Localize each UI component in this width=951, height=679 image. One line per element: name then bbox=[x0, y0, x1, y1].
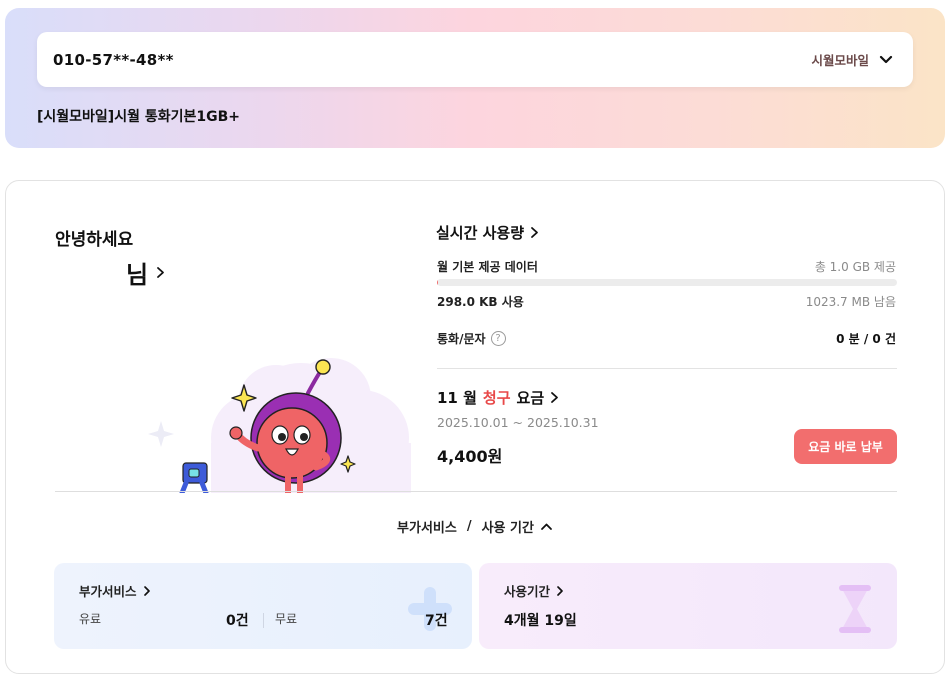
help-icon[interactable]: ? bbox=[490, 331, 506, 346]
free-count: 7건 bbox=[425, 613, 448, 629]
bill-amount: 4,400원 bbox=[437, 447, 503, 466]
addon-services-link[interactable]: 부가서비스 bbox=[79, 581, 151, 600]
chevron-up-icon bbox=[541, 523, 552, 530]
section-divider bbox=[55, 491, 897, 492]
chevron-down-icon bbox=[879, 55, 893, 63]
monthly-bill-link[interactable]: 11 월 청구 요금 bbox=[437, 387, 559, 408]
chevron-right-icon bbox=[551, 392, 559, 403]
realtime-usage-title: 실시간 사용량 bbox=[436, 224, 525, 242]
pay-now-button[interactable]: 요금 바로 납부 bbox=[794, 429, 897, 464]
mascot-illustration bbox=[148, 358, 411, 493]
data-total: 총 1.0 GB 제공 bbox=[814, 260, 896, 274]
addon-title: 부가서비스 bbox=[79, 584, 137, 599]
paid-label: 유료 bbox=[79, 612, 102, 626]
phone-line-selector[interactable]: 010-57**-48** 시월모바일 bbox=[37, 32, 913, 87]
data-usage-bar bbox=[437, 279, 897, 286]
chevron-right-icon bbox=[531, 227, 538, 238]
toggle-addon-label: 부가서비스 bbox=[397, 521, 457, 536]
data-usage-bar-fill bbox=[437, 279, 439, 286]
hourglass-decoration-icon bbox=[839, 585, 871, 633]
voice-sms-value: 0 분 / 0 건 bbox=[836, 332, 896, 346]
voice-sms-label: 통화/문자 bbox=[437, 332, 486, 346]
period-title: 사용기간 bbox=[504, 584, 551, 599]
carrier-wrap: 시월모바일 bbox=[811, 50, 893, 69]
divider bbox=[437, 368, 897, 369]
data-label: 월 기본 제공 데이터 bbox=[437, 260, 538, 274]
my-page-card: 안녕하세요 님 실시간 사용량 월 기본 제공 데이터 총 1.0 GB 제공 … bbox=[5, 180, 945, 674]
phone-number: 010-57**-48** bbox=[53, 50, 174, 69]
data-remaining: 1023.7 MB 남음 bbox=[805, 295, 896, 309]
bill-period: 2025.10.01 ~ 2025.10.31 bbox=[437, 415, 599, 430]
plan-name: [시월모바일]시월 통화기본1GB+ bbox=[37, 109, 240, 125]
services-period-toggle[interactable]: 부가서비스 / 사용 기간 bbox=[6, 517, 944, 536]
toggle-slash: / bbox=[466, 519, 472, 534]
greeting-text: 안녕하세요 bbox=[55, 230, 134, 250]
user-profile-link[interactable]: 님 bbox=[126, 255, 165, 290]
bill-highlight: 청구 bbox=[482, 389, 511, 407]
toggle-period-label: 사용 기간 bbox=[481, 521, 534, 536]
usage-period-link[interactable]: 사용기간 bbox=[504, 581, 564, 600]
period-value: 4개월 19일 bbox=[504, 613, 577, 629]
chevron-right-icon bbox=[557, 585, 563, 596]
bill-month: 11 월 bbox=[437, 389, 477, 407]
voice-sms-label-row: 통화/문자 ? bbox=[437, 330, 506, 347]
data-used: 298.0 KB 사용 bbox=[437, 295, 524, 309]
bill-suffix: 요금 bbox=[516, 389, 545, 407]
line-info-banner: 010-57**-48** 시월모바일 [시월모바일]시월 통화기본1GB+ bbox=[5, 8, 945, 148]
chevron-right-icon bbox=[143, 585, 150, 596]
realtime-usage-link[interactable]: 실시간 사용량 bbox=[436, 222, 539, 243]
chevron-right-icon bbox=[157, 267, 164, 278]
paid-count: 0건 bbox=[226, 613, 249, 629]
user-name-suffix: 님 bbox=[126, 261, 149, 289]
carrier-name: 시월모바일 bbox=[811, 53, 869, 68]
addon-services-card: 부가서비스 유료 0건 무료 7건 bbox=[54, 563, 472, 649]
usage-period-card: 사용기간 4개월 19일 bbox=[479, 563, 897, 649]
free-label: 무료 bbox=[275, 612, 298, 626]
separator bbox=[263, 613, 264, 628]
